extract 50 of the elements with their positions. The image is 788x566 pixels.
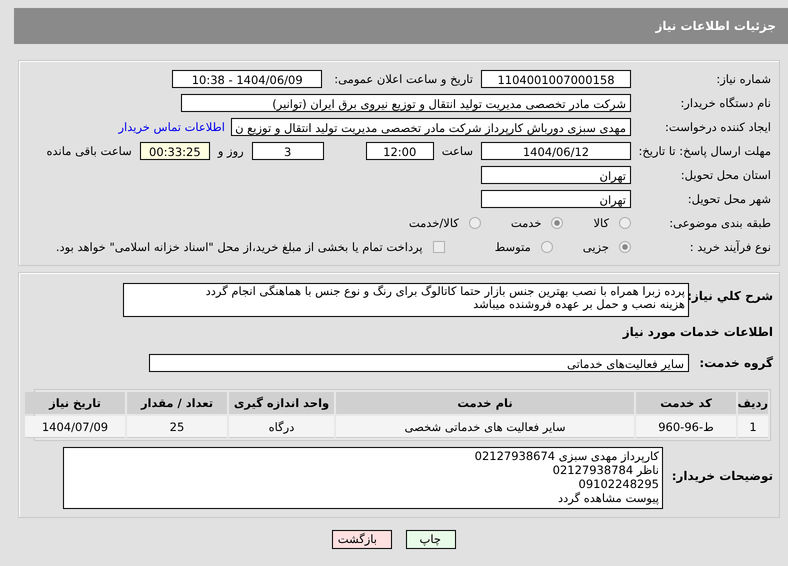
print-button[interactable]: چاپ [406, 530, 456, 549]
table-cell: 25 [127, 416, 227, 438]
creator-field: مهدی سبزی دورباش کارپرداز شرکت مادر تخصصی مدیریت تولید انتقال و توزیع ن [231, 118, 631, 136]
category-radio[interactable]: کالا/خدمت [408, 216, 481, 230]
time-label: ساعت [442, 144, 473, 158]
field-label: نوع فرآیند خرید : [688, 240, 772, 254]
field-label: نام دستگاه خریدار: [679, 96, 772, 110]
column-header: ردیف [738, 392, 768, 414]
field-label: شرح کلي نیاز: [689, 289, 774, 303]
city-field: تهران [481, 190, 631, 208]
field-label: گروه خدمت: [698, 356, 774, 370]
process-radio[interactable]: جزیی [582, 240, 631, 254]
field-label: مهلت ارسال پاسخ: تا تاریخ: [637, 144, 772, 158]
category-radio[interactable]: کالا [593, 216, 631, 230]
column-header: تعداد / مقدار [127, 392, 227, 414]
category-radio[interactable]: خدمت [510, 216, 564, 230]
table-cell: درگاه [229, 416, 334, 438]
page-title: جزئیات اطلاعات نیاز [655, 19, 776, 33]
remaining-label: ساعت باقی مانده [46, 144, 132, 158]
table-cell: 1 [738, 416, 768, 438]
buyer-org-field: شرکت مادر تخصصی مدیریت تولید انتقال و توزیع نیروی برق ایران (توانیر) [181, 94, 631, 112]
table-cell: ط-96-960 [636, 416, 736, 438]
field-label: توضیحات خریدار: [670, 469, 774, 483]
field-label: شماره نیاز: [715, 72, 772, 86]
column-header: واحد اندازه گیری [229, 392, 334, 414]
field-label: تاریخ و ساعت اعلان عمومی: [334, 72, 473, 86]
section-title: اطلاعات خدمات مورد نیاز [621, 325, 774, 339]
need-number-field: 1104001007000158 [481, 70, 631, 88]
field-label: طبقه بندی موضوعی: [668, 216, 772, 230]
province-field: تهران [481, 166, 631, 184]
treasury-checkbox[interactable]: پرداخت تمام یا بخشی از مبلغ خرید،از محل "اسناد خزانه اسلامی" خواهد بود. [56, 240, 445, 254]
process-radio[interactable]: متوسط [494, 240, 553, 254]
column-header: تاریخ نیاز [25, 392, 125, 414]
deadline-time-field: 12:00 [366, 142, 434, 160]
description-text-area: پرده زبرا همراه با نصب بهترین جنس بازار حتما کاتالوگ برای رنگ و نوع جنس با هماهنگی انجام گردد هزینه نصب و حمل بر عهده فروشنده میباشد [123, 283, 689, 317]
days-field: 3 [252, 142, 324, 160]
table-cell: سایر فعالیت های خدماتی شخصی [336, 416, 634, 438]
column-header: نام خدمت [336, 392, 634, 414]
remaining-time-field: 00:33:25 [140, 142, 210, 160]
announce-date-field: 1404/06/09 - 10:38 [172, 70, 322, 88]
back-button[interactable]: بازگشت [332, 530, 392, 549]
column-header: کد خدمت [636, 392, 736, 414]
service-group-field: سایر فعالیت‌های خدماتی [149, 354, 689, 372]
field-label: شهر محل تحویل: [686, 192, 772, 206]
field-label: استان محل تحویل: [680, 168, 772, 182]
field-label: ایجاد کننده درخواست: [664, 120, 772, 134]
table-cell: 1404/07/09 [25, 416, 125, 438]
days-label: روز و [218, 144, 244, 158]
buyer-contact-link[interactable]: اطلاعات تماس خریدار [118, 120, 225, 134]
deadline-date-field: 1404/06/12 [481, 142, 631, 160]
